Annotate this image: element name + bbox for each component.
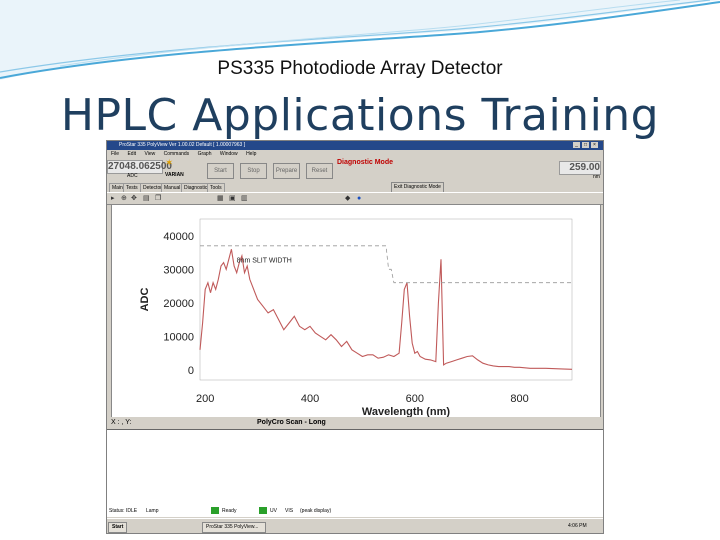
scan-name: PolyCro Scan - Long xyxy=(257,419,326,426)
wavelength-unit: nm xyxy=(593,174,600,180)
lower-pane xyxy=(107,429,603,517)
cursor-coords: X : , Y: xyxy=(111,419,132,426)
zoom-icon[interactable]: ⊕ xyxy=(121,195,127,202)
window-title: ProStar 335 PolyView Ver 1.00.02 Default… xyxy=(119,142,246,148)
status-uv: UV xyxy=(270,508,277,514)
taskbar-app-button[interactable]: ProStar 335 PolyView... xyxy=(202,522,266,533)
adc-readout: 27048.062500 xyxy=(107,160,172,174)
menu-help[interactable]: Help xyxy=(246,151,256,157)
start-button[interactable]: Start xyxy=(207,163,234,179)
prepare-button[interactable]: Prepare xyxy=(273,163,300,179)
help-icon[interactable]: ● xyxy=(357,195,361,202)
menu-window[interactable]: Window xyxy=(220,151,238,157)
menu-graph[interactable]: Graph xyxy=(198,151,212,157)
adc-readout-value: 27048.062500 xyxy=(108,161,172,172)
grid-icon[interactable]: ▦ xyxy=(217,195,224,202)
x-tick-label: 800 xyxy=(510,393,528,405)
window-titlebar: ProStar 335 PolyView Ver 1.00.02 Default… xyxy=(107,141,603,150)
x-tick-label: 200 xyxy=(196,393,214,405)
maximize-button[interactable]: □ xyxy=(582,142,589,148)
tab-tools[interactable]: Tools xyxy=(207,183,225,192)
y-tick-label: 20000 xyxy=(163,298,194,310)
ready-indicator-icon xyxy=(211,507,219,514)
wavelength-readout: 259.00 xyxy=(559,161,601,175)
tab-tests[interactable]: Tests xyxy=(123,183,141,192)
diagnostic-mode-label: Diagnostic Mode xyxy=(337,159,394,166)
scale-icon[interactable]: ▥ xyxy=(241,195,248,202)
spectrum-chart: 010000200003000040000200 400 600 800ADCWave… xyxy=(139,218,573,418)
y-tick-label: 40000 xyxy=(163,231,194,243)
slide-subtitle: PS335 Photodiode Array Detector xyxy=(217,58,503,79)
x-tick-label: 400 xyxy=(301,393,319,405)
status-lamp: Lamp xyxy=(146,508,159,514)
varian-star-icon: ✶ xyxy=(165,158,174,169)
tab-bar: Main Tests Detector Manual Diagnostics T… xyxy=(107,182,603,193)
reset-button[interactable]: Reset xyxy=(306,163,333,179)
slit-width-annotation: 8nm SLIT WIDTH xyxy=(237,258,292,265)
minimize-button[interactable]: _ xyxy=(573,142,580,148)
pan-icon[interactable]: ✥ xyxy=(131,195,137,202)
y-tick-label: 30000 xyxy=(163,264,194,276)
software-window: ProStar 335 PolyView Ver 1.00.02 Default… xyxy=(106,140,604,534)
control-strip: 27048.062500 ADC ✶ VARIAN Start Stop Pre… xyxy=(107,158,603,182)
cursor-down-icon[interactable]: ◆ xyxy=(345,195,350,202)
pointer-icon[interactable]: ▸ xyxy=(111,195,115,202)
slide-title: HPLC Applications Training xyxy=(60,90,660,141)
print-icon[interactable]: ▤ xyxy=(143,195,150,202)
windows-taskbar: Start ProStar 335 PolyView... Status: ID… xyxy=(107,507,603,533)
start-menu-button[interactable]: Start xyxy=(108,522,128,533)
status-vis: VIS xyxy=(285,508,294,514)
menu-edit[interactable]: Edit xyxy=(127,151,136,157)
y-tick-label: 0 xyxy=(188,365,194,377)
menu-bar: File Edit View Commands Graph Window Hel… xyxy=(107,150,603,158)
uv-indicator-icon xyxy=(259,507,267,514)
spectrum-plot-panel: 0 10000 20000 30000 40000 200 400 600 800 ADC Wave… xyxy=(111,204,601,419)
y-axis-label: ADC xyxy=(139,288,151,312)
menu-view[interactable]: View xyxy=(144,151,155,157)
overlay-icon[interactable]: ▣ xyxy=(229,195,236,202)
wavelength-readout-value: 259.00 xyxy=(569,162,600,173)
taskbar-clock: 4:06 PM xyxy=(568,523,587,529)
stop-button[interactable]: Stop xyxy=(240,163,267,179)
menu-file[interactable]: File xyxy=(111,151,119,157)
adc-unit: ADC xyxy=(127,173,138,179)
status-ready: Ready xyxy=(222,508,237,514)
x-tick-label: 600 xyxy=(406,393,424,405)
status-idle: Status: IDLE xyxy=(109,508,138,514)
y-tick-label: 10000 xyxy=(163,331,194,343)
menu-commands[interactable]: Commands xyxy=(164,151,190,157)
copy-icon[interactable]: ❐ xyxy=(155,195,161,202)
close-button[interactable]: × xyxy=(591,142,598,148)
varian-logo: VARIAN xyxy=(165,172,184,178)
graph-status-line: X : , Y: PolyCro Scan - Long xyxy=(107,417,603,429)
status-peak: (peak display) xyxy=(300,508,332,514)
